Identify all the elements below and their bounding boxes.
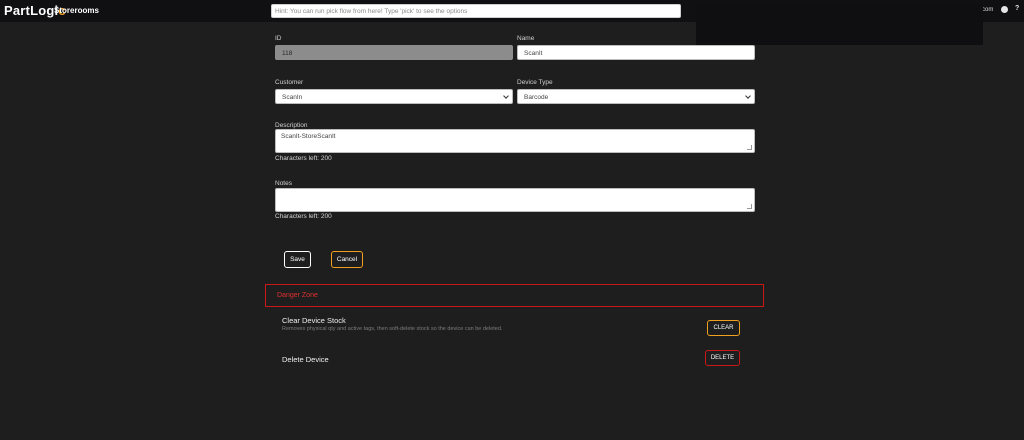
danger-zone-title: Danger Zone <box>277 292 318 299</box>
clear-device-stock-title: Clear Device Stock <box>282 316 346 325</box>
danger-zone-header: Danger Zone <box>265 284 764 307</box>
id-label: ID <box>275 35 282 42</box>
description-textarea[interactable]: ScanIt-StoreScanIt <box>275 129 755 153</box>
customer-select-value: ScanIn <box>282 94 303 101</box>
notes-label: Notes <box>275 180 292 187</box>
delete-device-title: Delete Device <box>282 355 329 364</box>
resize-handle-icon[interactable] <box>747 204 752 209</box>
device-type-select-value: Barcode <box>524 94 549 101</box>
settings-icon[interactable] <box>1001 6 1008 13</box>
description-label: Description <box>275 122 308 129</box>
clear-button[interactable]: CLEAR <box>707 320 740 336</box>
help-icon[interactable]: ? <box>1015 5 1019 12</box>
chevron-down-icon <box>503 93 509 99</box>
customer-select[interactable]: ScanIn <box>275 89 513 104</box>
clear-device-stock-description: Removes physical qty and active tags, th… <box>282 326 503 332</box>
customer-label: Customer <box>275 79 304 86</box>
delete-button[interactable]: DELETE <box>705 350 740 366</box>
chevron-down-icon <box>745 93 751 99</box>
device-type-label: Device Type <box>517 79 553 86</box>
save-button[interactable]: Save <box>284 251 311 268</box>
description-value: ScanIt-StoreScanIt <box>281 133 336 140</box>
user-menu[interactable]: com <box>982 7 993 13</box>
id-field: 118 <box>275 45 513 60</box>
command-search-input[interactable]: Hint: You can run pick flow from here! T… <box>271 4 681 18</box>
redacted-panel <box>696 4 983 45</box>
name-label: Name <box>517 35 535 42</box>
name-field[interactable]: ScanIt <box>517 45 755 60</box>
nav-storerooms[interactable]: Storerooms <box>54 6 99 15</box>
notes-chars-left: Characters left: 200 <box>275 213 332 220</box>
cancel-button[interactable]: Cancel <box>331 251 363 268</box>
notes-textarea[interactable] <box>275 188 755 212</box>
resize-handle-icon[interactable] <box>747 145 752 150</box>
description-chars-left: Characters left: 200 <box>275 155 332 162</box>
device-type-select[interactable]: Barcode <box>517 89 755 104</box>
logo-text: PartLogi <box>4 3 59 18</box>
